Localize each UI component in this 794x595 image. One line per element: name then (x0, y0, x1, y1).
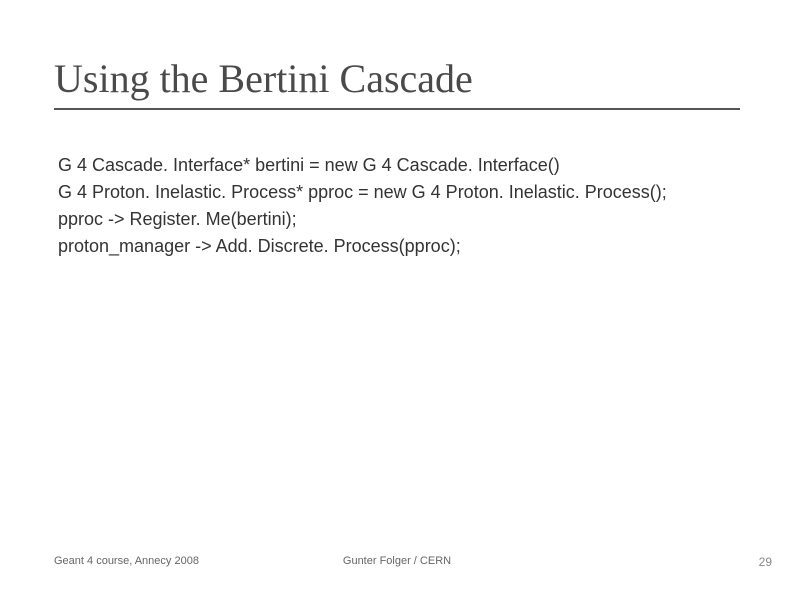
title-area: Using the Bertini Cascade (54, 58, 740, 110)
code-line-2: G 4 Proton. Inelastic. Process* pproc = … (58, 179, 736, 206)
slide: Using the Bertini Cascade G 4 Cascade. I… (0, 0, 794, 595)
footer-center: Gunter Folger / CERN (0, 555, 794, 567)
code-line-4: proton_manager -> Add. Discrete. Process… (58, 233, 736, 260)
slide-title: Using the Bertini Cascade (54, 58, 740, 100)
title-underline (54, 108, 740, 110)
code-line-3: pproc -> Register. Me(bertini); (58, 206, 736, 233)
page-number: 29 (759, 555, 772, 569)
body-area: G 4 Cascade. Interface* bertini = new G … (58, 152, 736, 260)
code-line-1: G 4 Cascade. Interface* bertini = new G … (58, 152, 736, 179)
footer: Geant 4 course, Annecy 2008 Gunter Folge… (0, 555, 794, 573)
